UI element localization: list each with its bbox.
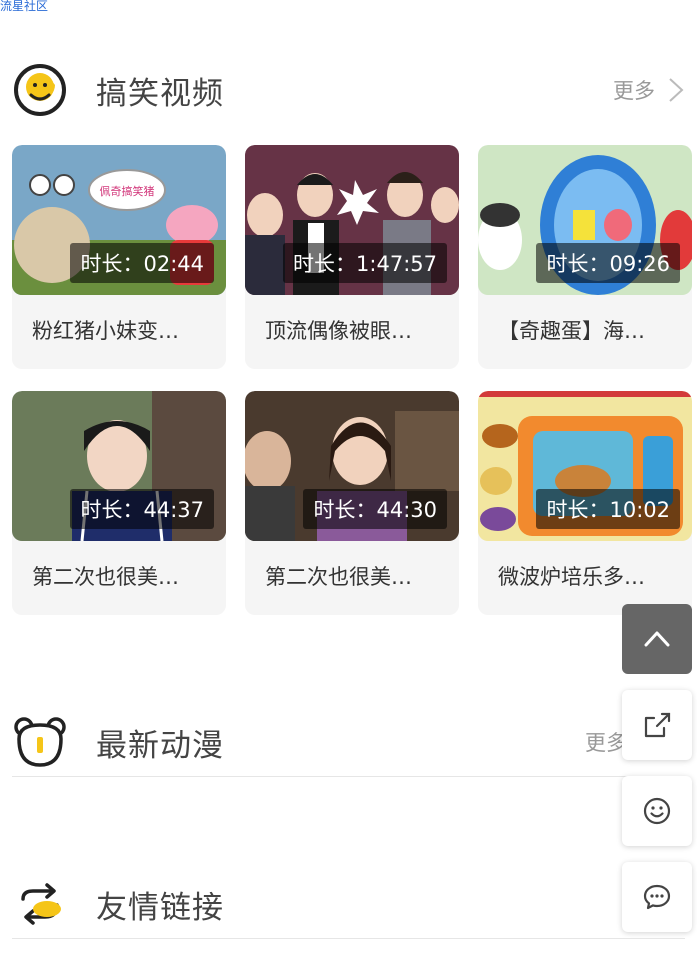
more-label: 更多 [585,731,627,755]
emoji-button[interactable] [622,776,692,846]
funny-videos-header: 搞笑视频 更多 [12,60,685,120]
divider [12,776,685,777]
link-loop-icon [12,876,68,932]
video-title: 微波炉培乐多… [498,565,645,589]
smiley-icon [643,797,671,825]
video-card[interactable]: 时长：44:30 第二次也很美… [245,391,459,615]
video-title: 第二次也很美… [32,565,179,589]
video-card[interactable]: 佩奇搞笑猪 时长：02:44 粉红猪小妹变… [12,145,226,369]
video-title: 【奇趣蛋】海… [498,319,645,343]
bear-face-icon [12,714,68,770]
chevron-right-icon [669,78,684,102]
chat-icon [643,884,671,910]
video-title: 顶流偶像被眼… [265,319,412,343]
duration-badge: 时长：44:37 [70,489,214,529]
video-title: 粉红猪小妹变… [32,319,179,343]
smiley-face-icon [12,62,68,118]
chat-button[interactable] [622,862,692,932]
latest-anime-header: 最新动漫 更多 [12,712,685,772]
back-to-top-button[interactable] [622,604,692,674]
duration-badge: 时长：44:30 [303,489,447,529]
duration-badge: 时长：09:26 [536,243,680,283]
more-label: 更多 [613,79,655,103]
section-title: 搞笑视频 [96,75,224,112]
video-card[interactable]: 时长：09:26 【奇趣蛋】海… [478,145,692,369]
video-card[interactable]: 时长：1:47:57 顶流偶像被眼… [245,145,459,369]
chevron-up-icon [644,631,670,647]
friend-links-header: 友情链接 [12,874,685,934]
video-card[interactable]: 时长：10:02 微波炉培乐多… [478,391,692,615]
share-icon [644,712,671,738]
divider [12,938,685,939]
video-title: 第二次也很美… [265,565,412,589]
duration-badge: 时长：02:44 [70,243,214,283]
site-link[interactable]: 流星社区 [0,0,48,13]
duration-badge: 时长：1:47:57 [283,243,447,283]
video-card[interactable]: 时长：44:37 第二次也很美… [12,391,226,615]
share-button[interactable] [622,690,692,760]
more-link[interactable]: 更多 [585,727,627,757]
section-title: 最新动漫 [96,727,224,764]
more-link[interactable]: 更多 [613,75,685,105]
section-title: 友情链接 [96,889,224,926]
duration-badge: 时长：10:02 [536,489,680,529]
svg-text:佩奇搞笑猪: 佩奇搞笑猪 [100,184,155,198]
